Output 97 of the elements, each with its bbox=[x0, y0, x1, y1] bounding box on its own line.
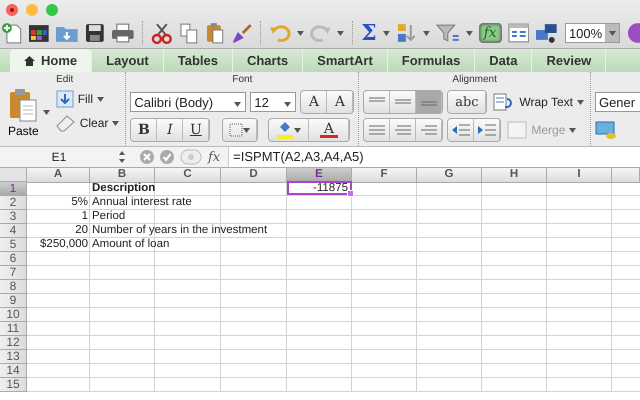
home-icon[interactable] bbox=[24, 56, 35, 66]
table-cell[interactable]: Number of years in the investment bbox=[90, 224, 270, 237]
clear-button[interactable]: Clear bbox=[54, 114, 122, 132]
table-cell[interactable]: 5% bbox=[27, 196, 90, 209]
caret-icon[interactable] bbox=[608, 30, 616, 36]
brush-icon[interactable] bbox=[230, 22, 252, 44]
row-header[interactable]: 7 bbox=[0, 266, 27, 280]
conditional-format-icon[interactable] bbox=[594, 120, 617, 140]
bold-button[interactable]: B bbox=[131, 119, 158, 141]
zoom-select[interactable]: 100% bbox=[564, 23, 620, 43]
group-title: Edit bbox=[55, 73, 74, 87]
align-lines-icon[interactable] bbox=[368, 124, 385, 136]
caret-icon[interactable] bbox=[294, 128, 302, 132]
caret-icon[interactable] bbox=[337, 30, 344, 36]
caret-icon[interactable] bbox=[112, 120, 120, 126]
outdent-icon[interactable] bbox=[452, 124, 470, 136]
row-header[interactable]: 6 bbox=[0, 252, 27, 266]
caret-icon[interactable] bbox=[382, 30, 390, 36]
row-header[interactable]: 2 bbox=[0, 196, 27, 210]
row-header[interactable]: 4 bbox=[0, 224, 27, 238]
group-title: Font bbox=[231, 73, 254, 87]
new-document-icon[interactable] bbox=[2, 22, 22, 44]
row-header[interactable]: 14 bbox=[0, 364, 27, 378]
column-header[interactable]: C bbox=[155, 168, 221, 183]
underline-button[interactable]: U bbox=[183, 119, 210, 141]
save-icon[interactable] bbox=[84, 23, 105, 43]
paste-icon[interactable] bbox=[204, 22, 224, 44]
align-lines-icon[interactable] bbox=[420, 124, 437, 136]
close-icon[interactable] bbox=[6, 4, 18, 16]
copy-icon[interactable] bbox=[178, 22, 199, 44]
caret-icon[interactable] bbox=[97, 96, 104, 102]
caret-icon[interactable] bbox=[42, 110, 50, 115]
table-cell[interactable]: 20 bbox=[27, 224, 90, 237]
stepper-icon[interactable] bbox=[118, 151, 126, 163]
align-lines-icon[interactable] bbox=[394, 124, 411, 136]
column-header[interactable]: G bbox=[417, 168, 482, 183]
column-header[interactable]: H bbox=[482, 168, 547, 183]
row-header[interactable]: 15 bbox=[0, 378, 27, 392]
table-cell[interactable]: -11875 bbox=[287, 181, 352, 195]
row-header[interactable]: 5 bbox=[0, 238, 27, 252]
indent-icon[interactable] bbox=[478, 124, 496, 136]
table-cell[interactable]: Description bbox=[90, 182, 158, 195]
formula-field[interactable]: =ISPMT(A2,A3,A4,A5) bbox=[228, 147, 640, 167]
toolbox-icon[interactable] bbox=[508, 23, 530, 43]
column-header[interactable]: F bbox=[352, 168, 417, 183]
filter-icon[interactable] bbox=[436, 23, 460, 43]
insert-function-button[interactable]: fx bbox=[208, 150, 220, 164]
clipboard-icon[interactable] bbox=[9, 88, 38, 122]
row-header[interactable]: 11 bbox=[0, 322, 27, 336]
print-icon[interactable] bbox=[110, 23, 134, 43]
wrap-text-button[interactable]: Wrap Text bbox=[491, 93, 586, 111]
vertical-align-button[interactable] bbox=[416, 91, 442, 113]
media-icon[interactable] bbox=[535, 22, 559, 44]
table-cell[interactable]: 1 bbox=[27, 210, 90, 223]
caret-icon[interactable] bbox=[423, 30, 430, 36]
column-header[interactable]: D bbox=[221, 168, 287, 183]
paste-button[interactable]: Paste bbox=[8, 88, 39, 138]
autosum-button[interactable]: Σ bbox=[361, 22, 377, 44]
borders-icon[interactable] bbox=[229, 123, 244, 137]
shrink-font-button[interactable]: A bbox=[327, 91, 354, 113]
row-header[interactable]: 9 bbox=[0, 294, 27, 308]
row-header[interactable]: 10 bbox=[0, 308, 27, 322]
fill-handle[interactable] bbox=[347, 190, 354, 197]
row-header[interactable]: 13 bbox=[0, 350, 27, 364]
eraser-icon[interactable] bbox=[56, 114, 76, 132]
orientation-button[interactable]: abc bbox=[448, 91, 486, 113]
fill-down-icon[interactable] bbox=[56, 90, 74, 108]
row-header[interactable]: 1 bbox=[0, 182, 27, 196]
gallery-icon[interactable] bbox=[28, 23, 50, 43]
column-header[interactable]: A bbox=[27, 168, 90, 183]
caret-icon[interactable] bbox=[234, 102, 242, 106]
cut-icon[interactable] bbox=[151, 22, 173, 44]
caret-icon[interactable] bbox=[576, 100, 584, 104]
row-header[interactable]: 12 bbox=[0, 336, 27, 350]
ribbon-tab[interactable]: Home bbox=[10, 49, 92, 72]
font-size-select[interactable]: 12 bbox=[250, 92, 296, 112]
table-cell[interactable]: Amount of loan bbox=[90, 238, 172, 251]
caret-icon[interactable] bbox=[284, 102, 292, 106]
group-title: Alignment bbox=[451, 73, 498, 87]
sort-icon[interactable] bbox=[396, 22, 418, 44]
column-header[interactable]: I bbox=[547, 168, 612, 183]
caret-icon[interactable] bbox=[243, 128, 250, 132]
italic-button[interactable]: I bbox=[157, 119, 184, 141]
table-cell[interactable]: Period bbox=[90, 210, 128, 223]
caret-icon[interactable] bbox=[466, 30, 473, 36]
grow-font-button[interactable]: A bbox=[301, 91, 328, 113]
column-header[interactable]: B bbox=[90, 168, 155, 183]
row-header[interactable]: 8 bbox=[0, 280, 27, 294]
paint-bucket-icon[interactable] bbox=[276, 121, 294, 139]
table-cell[interactable]: Annual interest rate bbox=[90, 196, 194, 209]
caret-icon[interactable] bbox=[296, 30, 304, 36]
number-format-select[interactable]: Gener bbox=[594, 92, 640, 112]
name-box[interactable]: E1 bbox=[0, 150, 118, 164]
table-cell[interactable]: $250,000 bbox=[27, 238, 90, 251]
font-family-select[interactable]: Calibri (Body) bbox=[130, 92, 246, 112]
row-header[interactable]: 3 bbox=[0, 210, 27, 224]
fill-button[interactable]: Fill bbox=[54, 90, 122, 108]
